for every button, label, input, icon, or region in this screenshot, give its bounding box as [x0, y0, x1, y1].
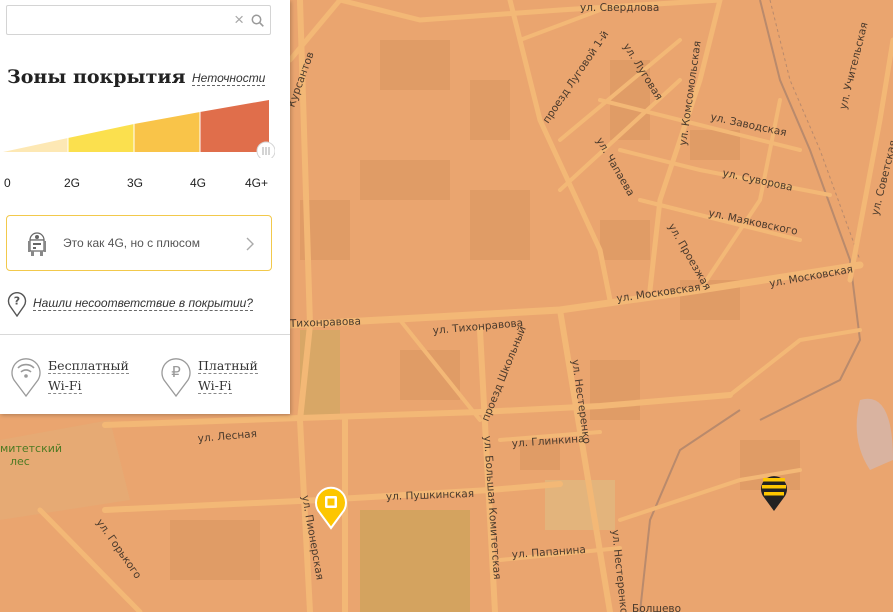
free-wifi-label-line2: Wi-Fi: [48, 378, 82, 394]
level-slider-handle[interactable]: [256, 141, 275, 158]
svg-text:?: ?: [14, 295, 20, 308]
paid-wifi-icon: ₽: [161, 358, 191, 398]
level-label-0[interactable]: 0: [4, 176, 11, 190]
divider: [0, 334, 290, 335]
page-title: Зоны покрытия: [7, 66, 186, 88]
svg-text:ул. Свердлова: ул. Свердлова: [580, 2, 659, 14]
report-mismatch-link[interactable]: Нашли несоответствие в покрытии?: [33, 296, 253, 311]
level-band-3g: [134, 112, 200, 152]
beeline-logo-icon: [761, 476, 787, 511]
chevron-right-icon: [246, 237, 254, 251]
promo-banner[interactable]: Это как 4G, но с плюсом: [6, 215, 272, 271]
paid-wifi-label-line2: Wi-Fi: [198, 378, 232, 394]
svg-text:Тихонравова: Тихонравова: [289, 316, 361, 331]
level-label-4g[interactable]: 4G: [190, 176, 206, 190]
paid-wifi-label-line1: Платный: [198, 358, 258, 374]
beeline-office-pin[interactable]: [759, 470, 789, 517]
question-pin-icon: ?: [7, 291, 27, 317]
level-label-2g[interactable]: 2G: [64, 176, 80, 190]
svg-text:₽: ₽: [171, 363, 181, 381]
free-wifi-icon: [11, 358, 41, 398]
promo-text: Это как 4G, но с плюсом: [63, 236, 200, 250]
search-input[interactable]: [11, 9, 221, 31]
search-box[interactable]: ×: [6, 5, 271, 35]
sim-card-icon: [315, 486, 347, 530]
svg-text:Болшево: Болшево: [632, 603, 681, 612]
clear-icon[interactable]: ×: [234, 11, 244, 29]
forest-label: митетский лес: [0, 442, 63, 468]
level-label-3g[interactable]: 3G: [127, 176, 143, 190]
level-band-0: [3, 138, 68, 152]
level-band-2g: [68, 124, 134, 152]
coverage-level-chart: [3, 100, 275, 158]
level-label-4g-plus[interactable]: 4G+: [245, 176, 268, 190]
level-band-4g: [200, 100, 269, 152]
free-wifi-label-line1: Бесплатный: [48, 358, 129, 374]
robot-icon: [28, 232, 46, 256]
search-icon[interactable]: [251, 14, 264, 27]
coverage-panel: × Зоны покрытия Неточности 0 2G 3G 4G 4G…: [0, 0, 290, 414]
inaccuracy-link[interactable]: Неточности: [192, 71, 266, 86]
sim-store-pin[interactable]: [314, 486, 348, 535]
